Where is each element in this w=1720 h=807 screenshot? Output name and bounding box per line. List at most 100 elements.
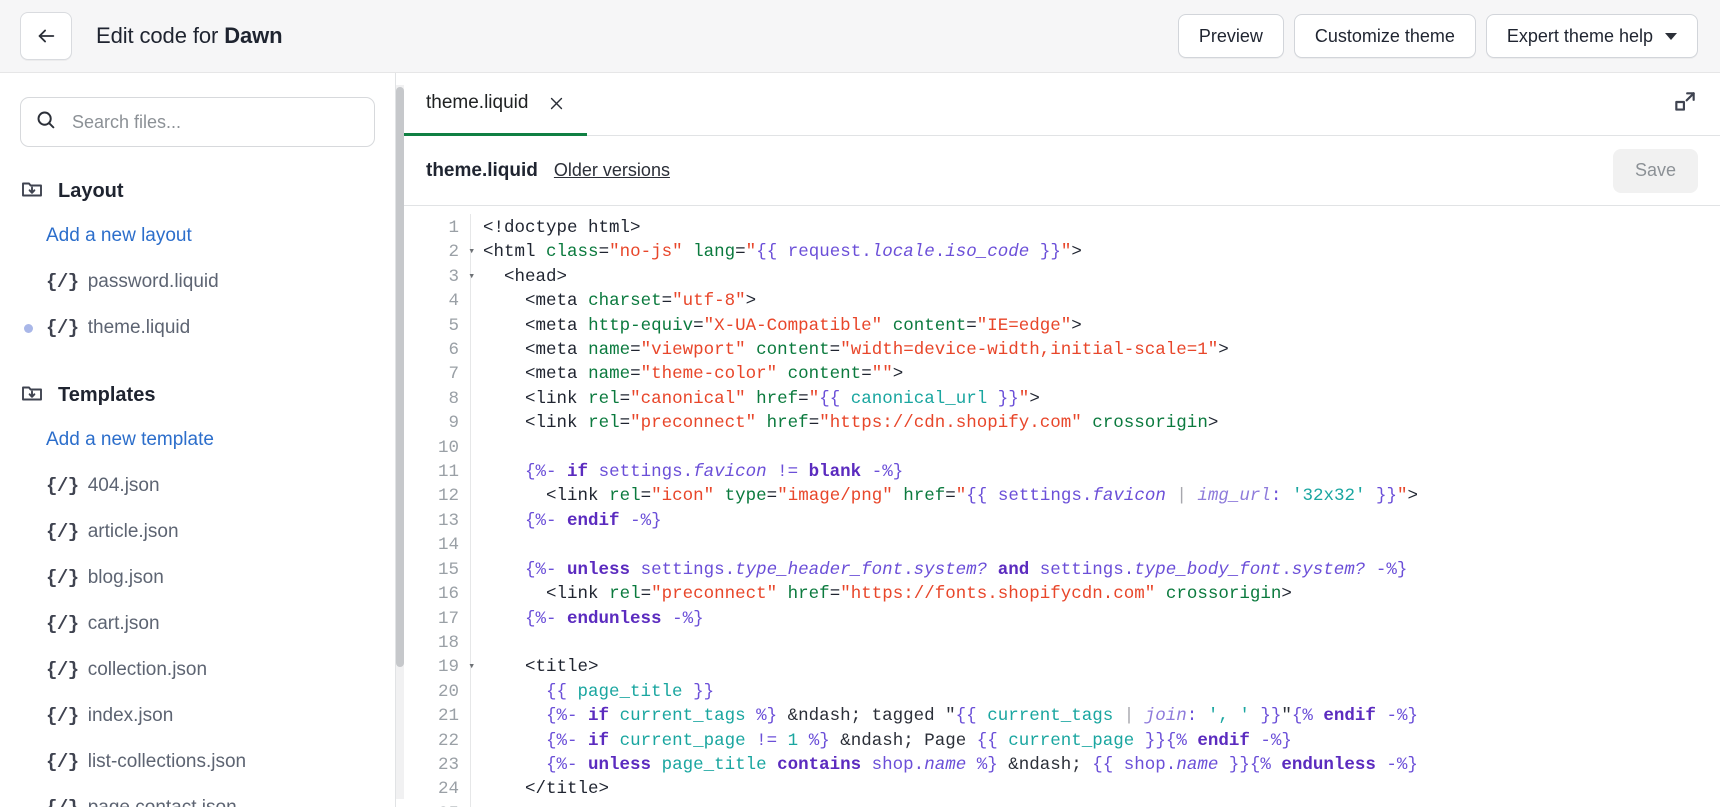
liquid-file-icon: {/} (46, 705, 79, 727)
expert-theme-help-button[interactable]: Expert theme help (1485, 14, 1698, 58)
search-input[interactable] (70, 110, 360, 134)
page-title-prefix: Edit code for (96, 23, 225, 48)
line-number: 21 (437, 706, 459, 727)
file-name: 404.json (87, 475, 160, 496)
chevron-down-icon (1665, 32, 1677, 40)
expand-editor-button[interactable] (1672, 73, 1720, 135)
close-icon[interactable] (548, 95, 565, 112)
code-line: <link rel="preconnect" href="https://cdn… (525, 413, 1219, 434)
line-number-gutter: 1 2 ▾ 3 ▾ 4 5 6 7 8 9 10 11 12 13 14 15 16 17 18 19 ▾ 20 21 22 23… (404, 214, 475, 807)
liquid-file-icon: {/} (46, 271, 79, 293)
line-number: 15 (437, 559, 459, 580)
code-line: {%- endif -%} (525, 510, 662, 531)
file-name: cart.json (87, 613, 160, 634)
file-name: article.json (87, 521, 179, 542)
folder-down-icon (20, 177, 44, 206)
sidebar-file-cart-json[interactable]: {/} cart.json (0, 601, 395, 647)
preview-button-label: Preview (1198, 25, 1263, 46)
line-number: 2 ▾ (404, 240, 475, 264)
liquid-file-icon: {/} (46, 613, 79, 635)
older-versions-link[interactable]: Older versions (554, 160, 670, 181)
editor-file-name: theme.liquid (426, 159, 538, 181)
fold-toggle-icon[interactable]: ▾ (463, 655, 475, 679)
code-line: {%- endunless -%} (525, 608, 704, 629)
arrow-left-icon (35, 25, 57, 47)
page-title: Edit code for Dawn (96, 23, 283, 49)
back-button[interactable] (20, 12, 72, 60)
add-a-new-template-link[interactable]: Add a new template (0, 417, 395, 463)
modified-dot-slot (20, 323, 46, 333)
line-number: 17 (437, 608, 459, 629)
code-line: {%- if current_tags %} &ndash; tagged "{… (546, 706, 1418, 727)
search-icon (35, 109, 56, 135)
liquid-file-icon: {/} (46, 751, 79, 773)
liquid-file-icon: {/} (46, 797, 79, 807)
line-number: 7 (448, 364, 459, 385)
sidebar-file-theme-liquid[interactable]: {/} theme.liquid (0, 305, 395, 351)
line-number: 14 (437, 535, 459, 556)
line-number: 16 (437, 584, 459, 605)
fold-toggle-icon[interactable]: ▾ (463, 265, 475, 289)
code-line: <!doctype html> (483, 218, 641, 238)
file-name: index.json (87, 705, 174, 726)
search-files-field[interactable] (20, 97, 375, 147)
code-line: <meta name="theme-color" content=""> (525, 364, 904, 385)
sidebar-file-blog-json[interactable]: {/} blog.json (0, 555, 395, 601)
top-bar: Edit code for Dawn Preview Customize the… (0, 0, 1720, 73)
code-content[interactable]: <!doctype html> <html class="no-js" lang=… (471, 214, 1720, 807)
line-number: 6 (448, 340, 459, 361)
code-line: <link rel="canonical" href="{{ canonical… (525, 388, 1040, 409)
save-button[interactable]: Save (1612, 148, 1698, 193)
liquid-file-icon: {/} (46, 475, 79, 497)
file-name: theme.liquid (87, 317, 191, 338)
line-number: 12 (437, 486, 459, 507)
code-editor-pane: theme.liquid theme.liquid Older versions… (396, 73, 1720, 807)
sidebar-file-article-json[interactable]: {/} article.json (0, 509, 395, 555)
code-line: <meta name="viewport" content="width=dev… (525, 340, 1229, 361)
code-line: </title> (525, 779, 610, 800)
file-name: collection.json (87, 659, 208, 680)
file-name: list-collections.json (87, 751, 247, 772)
tab-label: theme.liquid (426, 92, 529, 113)
sidebar-group-title: Layout (58, 179, 124, 202)
sidebar-group-layout[interactable]: Layout (0, 169, 395, 213)
code-line: {%- if current_page != 1 %} &ndash; Page… (546, 730, 1292, 751)
line-number: 3 ▾ (404, 265, 475, 289)
line-number: 13 (437, 510, 459, 531)
code-line: <link rel="icon" type="image/png" href="… (546, 486, 1419, 507)
line-number: 23 (437, 754, 459, 775)
file-sidebar: Layout Add a new layout {/} password.liq… (0, 73, 396, 807)
file-name: page.contact.json (88, 797, 237, 807)
liquid-file-icon: {/} (46, 567, 79, 589)
editor-scrollbar-thumb[interactable] (396, 87, 404, 667)
line-number: 20 (437, 681, 459, 702)
line-number: 18 (437, 632, 459, 653)
sidebar-file-index-json[interactable]: {/} index.json (0, 693, 395, 739)
sidebar-file-password-liquid[interactable]: {/} password.liquid (0, 259, 395, 305)
add-a-new-layout-link[interactable]: Add a new layout (0, 213, 395, 259)
line-number: 25 (404, 802, 462, 807)
expert-theme-help-label: Expert theme help (1506, 25, 1653, 46)
customize-theme-button[interactable]: Customize theme (1293, 14, 1476, 58)
sidebar-file-page-contact-json[interactable]: {/} page.contact.json (0, 785, 395, 807)
folder-down-icon (20, 381, 44, 410)
fold-toggle-icon[interactable]: ▾ (463, 240, 475, 264)
unsaved-changes-dot (24, 323, 33, 333)
top-bar-actions: Preview Customize theme Expert theme hel… (1177, 14, 1698, 58)
sidebar-file-404-json[interactable]: {/} 404.json (0, 463, 395, 509)
code-line: {%- unless page_title contains shop.name… (546, 754, 1418, 775)
line-number: 11 (437, 462, 459, 483)
sidebar-file-list-collections-json[interactable]: {/} list-collections.json (0, 739, 395, 785)
line-number: 8 (448, 388, 459, 409)
code-area[interactable]: 1 2 ▾ 3 ▾ 4 5 6 7 8 9 10 11 12 13 14 15 16 17 18 19 ▾ 20 21 22 23… (404, 206, 1720, 807)
sidebar-file-collection-json[interactable]: {/} collection.json (0, 647, 395, 693)
preview-button[interactable]: Preview (1177, 14, 1284, 58)
sidebar-group-templates[interactable]: Templates (0, 373, 395, 417)
line-number: 19 ▾ (404, 655, 475, 679)
tab-theme-liquid[interactable]: theme.liquid (404, 73, 588, 136)
editor-tab-strip: theme.liquid (404, 73, 1720, 136)
customize-theme-button-label: Customize theme (1314, 25, 1455, 46)
